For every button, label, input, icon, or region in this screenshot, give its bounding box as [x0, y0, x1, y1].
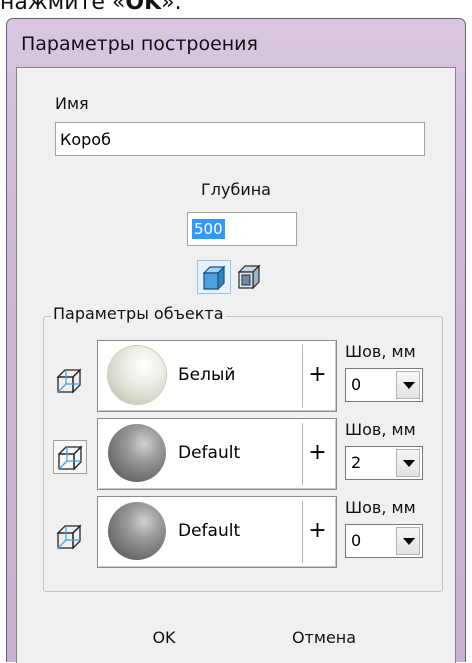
box-inner-toggle[interactable]	[233, 260, 267, 294]
cube-face-icon	[56, 524, 82, 550]
seam-select-2[interactable]: 2	[345, 446, 423, 480]
seam-select-3[interactable]: 0	[345, 524, 423, 558]
add-material-button-1[interactable]: +	[302, 345, 332, 407]
face-toggle-1[interactable]	[53, 364, 87, 398]
face-toggle-3[interactable]	[53, 520, 87, 554]
depth-input[interactable]: 500	[187, 212, 297, 246]
depth-value: 500	[192, 219, 225, 239]
seam-value-1: 0	[351, 375, 362, 394]
page-caption: нажмите «OK».	[0, 0, 182, 20]
object-params-title: Параметры объекта	[51, 304, 226, 323]
material-name-1: Белый	[178, 365, 236, 385]
name-input[interactable]	[55, 122, 425, 156]
caption-bold: OK	[125, 0, 162, 15]
cancel-button[interactable]: Отмена	[269, 620, 379, 656]
chevron-down-icon[interactable]	[396, 371, 420, 399]
box-icon	[202, 265, 226, 291]
material-name-3: Default	[178, 521, 241, 541]
chevron-down-icon[interactable]	[396, 527, 420, 555]
name-label: Имя	[55, 94, 89, 113]
ok-button[interactable]: OK	[129, 620, 199, 656]
caption-suffix: ».	[161, 0, 182, 15]
box-inner-icon	[237, 264, 261, 290]
cube-face-icon	[56, 368, 82, 394]
material-sphere-1	[108, 346, 166, 404]
chevron-down-icon[interactable]	[396, 449, 420, 477]
seam-label-3: Шов, мм	[345, 498, 416, 517]
material-row-1[interactable]: Белый +	[97, 340, 337, 412]
box-outer-toggle[interactable]	[197, 260, 231, 294]
material-sphere-3	[108, 502, 166, 560]
seam-label-2: Шов, мм	[345, 420, 416, 439]
add-material-button-3[interactable]: +	[302, 501, 332, 563]
depth-label: Глубина	[201, 180, 271, 199]
material-sphere-2	[108, 424, 166, 482]
material-row-2[interactable]: Default +	[97, 418, 337, 490]
cube-face-icon	[57, 445, 83, 471]
window-title: Параметры построения	[21, 33, 258, 55]
seam-label-1: Шов, мм	[345, 342, 416, 361]
dialog-window: Параметры построения Имя Глубина 500	[6, 18, 466, 663]
seam-select-1[interactable]: 0	[345, 368, 423, 402]
title-bar[interactable]: Параметры построения	[7, 19, 465, 67]
caption-prefix: нажмите «	[0, 0, 126, 15]
add-material-button-2[interactable]: +	[302, 423, 332, 485]
seam-value-3: 0	[351, 531, 362, 550]
material-name-2: Default	[178, 443, 241, 463]
material-row-3[interactable]: Default +	[97, 496, 337, 568]
seam-value-2: 2	[351, 453, 362, 472]
dialog-client: Имя Глубина 500 Параметры объекта	[16, 67, 456, 663]
face-toggle-2[interactable]	[53, 440, 87, 474]
